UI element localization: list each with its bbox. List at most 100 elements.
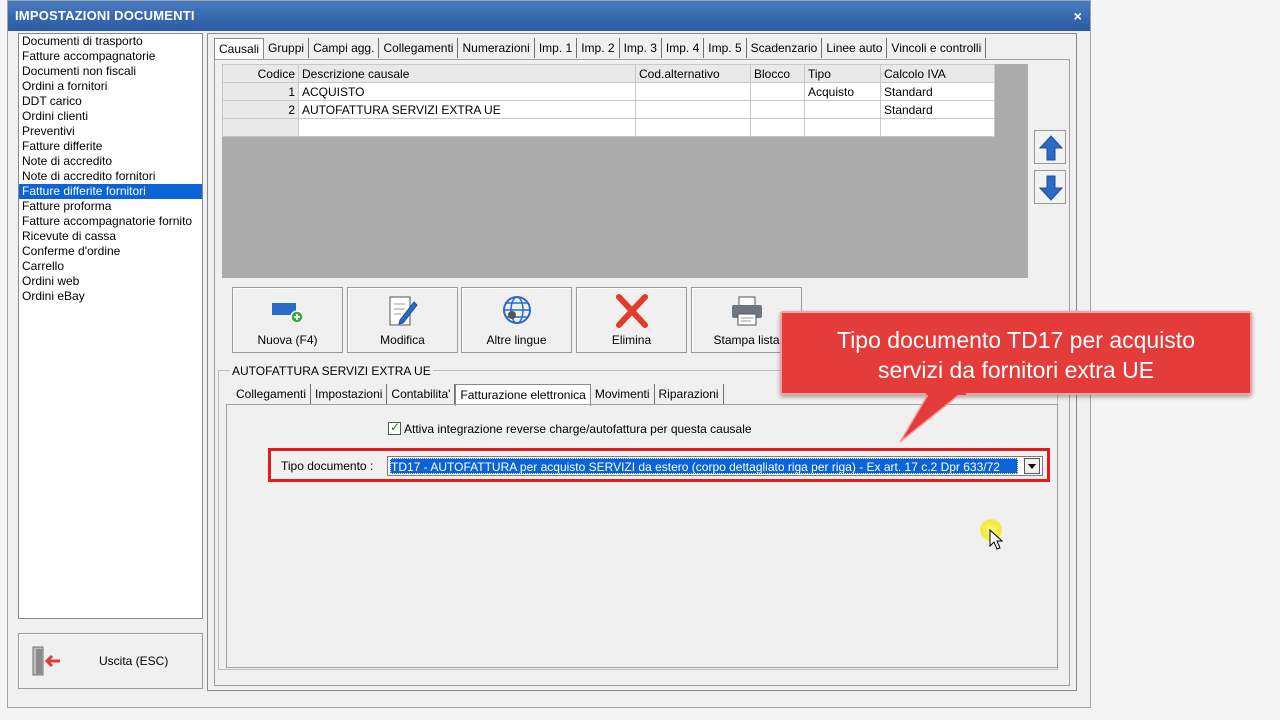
subtab-riparazioni[interactable]: Riparazioni (655, 384, 724, 404)
chevron-down-icon[interactable] (1024, 458, 1040, 474)
subtab-impostazioni[interactable]: Impostazioni (311, 384, 388, 404)
tab-imp-1[interactable]: Imp. 1 (535, 38, 578, 58)
grid-cell[interactable] (635, 118, 751, 137)
grid-column-header[interactable]: Cod.alternativo (635, 64, 751, 83)
tipo-documento-select[interactable]: TD17 - AUTOFATTURA per acquisto SERVIZI … (387, 456, 1043, 476)
move-up-button[interactable] (1034, 130, 1066, 164)
tab-gruppi[interactable]: Gruppi (264, 38, 310, 58)
doc-list-item[interactable]: Documenti non fiscali (19, 64, 202, 79)
tipo-documento-value: TD17 - AUTOFATTURA per acquisto SERVIZI … (390, 458, 1018, 474)
callout-line-2: servizi da fornitori extra UE (877, 357, 1155, 383)
grid-column-header[interactable]: Descrizione causale (298, 64, 636, 83)
doc-list-item[interactable]: Note di accredito fornitori (19, 169, 202, 184)
exit-door-icon (32, 646, 60, 676)
doc-list-item[interactable]: Ordini a fornitori (19, 79, 202, 94)
table-row[interactable] (222, 118, 995, 137)
doc-list-item[interactable]: Conferme d'ordine (19, 244, 202, 259)
mouse-cursor-icon (989, 529, 1004, 550)
grid-column-header[interactable]: Blocco (750, 64, 805, 83)
edit-button[interactable]: Modifica (347, 287, 458, 353)
tab-causali[interactable]: Causali (214, 38, 265, 60)
edit-document-icon (389, 296, 418, 326)
doc-list-item[interactable]: Note di accredito (19, 154, 202, 169)
grid-cell[interactable]: Acquisto (804, 82, 881, 101)
callout-pointer (899, 390, 967, 443)
subtab-collegamenti[interactable]: Collegamenti (232, 384, 312, 404)
grid-cell[interactable]: 2 (222, 100, 299, 119)
tab-scadenzario[interactable]: Scadenzario (747, 38, 823, 58)
grid-cell[interactable] (635, 82, 751, 101)
doc-list-item[interactable]: Ordini web (19, 274, 202, 289)
grid-cell[interactable]: 1 (222, 82, 299, 101)
grid-column-header[interactable]: Tipo (804, 64, 881, 83)
causali-grid[interactable]: Codice Descrizione causale Cod.alternativo… (222, 64, 995, 137)
tab-collegamenti[interactable]: Collegamenti (379, 38, 459, 58)
grid-cell[interactable] (635, 100, 751, 119)
grid-cell[interactable] (880, 118, 995, 137)
tipo-documento-label: Tipo documento : (281, 459, 374, 473)
subtab-fatturazione-elettronica[interactable]: Fatturazione elettronica (455, 384, 591, 406)
causali-grid-area[interactable]: Codice Descrizione causale Cod.alternativo… (222, 64, 1028, 278)
doc-list-item[interactable]: Ricevute di cassa (19, 229, 202, 244)
table-row[interactable]: 1 ACQUISTO Acquisto Standard (222, 82, 995, 101)
doc-list-item[interactable]: Fatture differite (19, 139, 202, 154)
tab-vincoli-e-controlli[interactable]: Vincoli e controlli (887, 38, 987, 58)
tab-imp-2[interactable]: Imp. 2 (577, 38, 620, 58)
window-titlebar[interactable]: IMPOSTAZIONI DOCUMENTI × (8, 1, 1090, 31)
grid-cell[interactable] (804, 100, 881, 119)
window-title: IMPOSTAZIONI DOCUMENTI (15, 8, 195, 23)
reverse-charge-row[interactable]: Attiva integrazione reverse charge/autof… (388, 420, 752, 436)
document-type-list[interactable]: Documenti di trasporto Fatture accompagna… (18, 33, 203, 619)
grid-cell[interactable] (804, 118, 881, 137)
doc-list-item[interactable]: Ordini eBay (19, 289, 202, 304)
grid-cell[interactable]: Standard (880, 100, 995, 119)
doc-list-item[interactable]: Ordini clienti (19, 109, 202, 124)
grid-cell[interactable]: Standard (880, 82, 995, 101)
exit-button[interactable]: Uscita (ESC) (18, 633, 203, 689)
new-button[interactable]: Nuova (F4) (232, 287, 343, 353)
tab-imp-3[interactable]: Imp. 3 (620, 38, 662, 58)
delete-button-label: Elimina (611, 333, 652, 347)
top-tabs: Causali Gruppi Campi agg. Collegamenti Numer… (214, 38, 987, 60)
grid-cell[interactable] (298, 118, 636, 137)
languages-button[interactable]: Altre lingue (461, 287, 572, 353)
grid-cell[interactable] (750, 82, 805, 101)
subtab-contabilita[interactable]: Contabilita' (387, 384, 456, 404)
reverse-charge-checkbox[interactable] (388, 420, 401, 435)
doc-list-item[interactable]: Fatture proforma (19, 199, 202, 214)
callout-line-1: Tipo documento TD17 per acquisto (837, 327, 1195, 353)
move-down-button[interactable] (1034, 170, 1066, 204)
tab-imp-5[interactable]: Imp. 5 (704, 38, 747, 58)
table-row[interactable]: 2 AUTOFATTURA SERVIZI EXTRA UE Standard (222, 100, 995, 119)
detail-sub-tabs: Collegamenti Impostazioni Contabilita' Fatt… (232, 384, 724, 406)
tab-linee-auto[interactable]: Linee auto (822, 38, 888, 58)
subtab-movimenti[interactable]: Movimenti (591, 384, 655, 404)
doc-list-item[interactable]: Preventivi (19, 124, 202, 139)
tab-campi-agg[interactable]: Campi agg. (309, 38, 380, 58)
annotation-callout: Tipo documento TD17 per acquisto servizi… (780, 311, 1252, 395)
grid-column-header[interactable]: Codice (222, 64, 299, 83)
globe-icon (503, 296, 531, 324)
doc-list-item[interactable]: DDT carico (19, 94, 202, 109)
grid-cell[interactable] (750, 100, 805, 119)
doc-list-item[interactable]: Documenti di trasporto (19, 34, 202, 49)
grid-cell[interactable]: ACQUISTO (298, 82, 636, 101)
tab-numerazioni[interactable]: Numerazioni (458, 38, 535, 58)
new-button-label: Nuova (F4) (257, 333, 318, 347)
grid-cell[interactable] (750, 118, 805, 137)
edit-button-label: Modifica (380, 333, 425, 347)
doc-list-item[interactable]: Fatture accompagnatorie (19, 49, 202, 64)
grid-cell[interactable] (222, 118, 299, 137)
doc-list-item[interactable]: Fatture differite fornitori (19, 184, 202, 199)
doc-list-item[interactable]: Carrello (19, 259, 202, 274)
languages-button-label: Altre lingue (486, 333, 547, 347)
grid-cell[interactable]: AUTOFATTURA SERVIZI EXTRA UE (298, 100, 636, 119)
grid-column-header[interactable]: Calcolo IVA (880, 64, 995, 83)
new-record-icon (272, 303, 304, 324)
tab-imp-4[interactable]: Imp. 4 (662, 38, 705, 58)
doc-list-item[interactable]: Fatture accompagnatorie fornito (19, 214, 202, 229)
close-icon[interactable]: × (1074, 1, 1082, 31)
reverse-charge-label: Attiva integrazione reverse charge/autof… (404, 422, 752, 436)
delete-button[interactable]: Elimina (576, 287, 687, 353)
printer-icon (732, 296, 762, 326)
